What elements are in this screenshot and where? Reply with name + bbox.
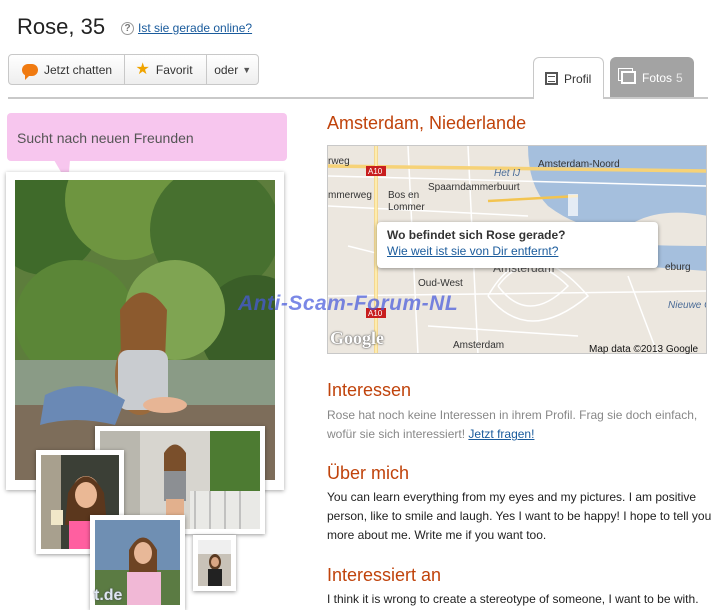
interests-text: Rose hat noch keine Interessen in ihrem … — [327, 406, 707, 444]
svg-text:Nieuwe Ow: Nieuwe Ow — [668, 300, 707, 311]
more-button-label: oder — [214, 62, 239, 77]
map-copyright: Map data ©2013 Google — [589, 344, 699, 355]
svg-text:Amsterdam: Amsterdam — [453, 340, 504, 351]
action-button-group: Jetzt chatten ★ Favorit oder ▼ — [8, 54, 259, 85]
status-speech-bubble: Sucht nach neuen Freunden — [7, 113, 287, 161]
chat-bubble-icon — [22, 63, 38, 80]
profile-name-age: Rose, 35 — [17, 14, 106, 39]
online-status-link[interactable]: Ist sie gerade online? — [138, 21, 252, 35]
svg-text:Lommer: Lommer — [388, 202, 425, 213]
tab-profile-label: Profil — [564, 71, 592, 86]
chevron-down-icon: ▼ — [242, 64, 252, 75]
watermark-text: Anti-Scam-Forum-NL — [238, 292, 459, 315]
about-text: You can learn everything from my eyes an… — [327, 490, 712, 542]
svg-text:Het IJ: Het IJ — [494, 168, 521, 179]
question-icon[interactable]: ? — [121, 22, 134, 35]
profile-document-icon — [545, 72, 558, 85]
google-logo: Google — [330, 328, 384, 348]
map-info-popup: Wo befindet sich Rose gerade? Wie weit i… — [377, 222, 658, 268]
favorite-button-label: Favorit — [155, 62, 193, 77]
star-icon: ★ — [135, 60, 150, 78]
svg-text:Spaarndammerbuurt: Spaarndammerbuurt — [428, 182, 520, 193]
interested-in-text: I think it is wrong to create a stereoty… — [327, 592, 699, 606]
about-title: Über mich — [327, 463, 410, 483]
more-dropdown-button[interactable]: oder ▼ — [206, 55, 258, 84]
location-title: Amsterdam, Niederlande — [327, 113, 527, 133]
svg-text:A10: A10 — [368, 167, 383, 176]
photo-thumbnail-4-image — [198, 540, 231, 586]
photo-thumbnail-4[interactable] — [193, 535, 236, 591]
tab-photos[interactable]: Fotos 5 — [610, 57, 694, 98]
map-popup-question: Wo befindet sich Rose gerade? — [387, 228, 566, 242]
svg-text:eburg: eburg — [665, 262, 691, 273]
distance-link[interactable]: Wie weit ist sie von Dir entfernt? — [387, 244, 658, 258]
tab-photos-label: Fotos — [642, 70, 673, 85]
ask-now-link[interactable]: Jetzt fragen! — [468, 427, 534, 441]
tab-profile[interactable]: Profil — [533, 57, 604, 99]
tab-photos-count: 5 — [676, 70, 683, 85]
favorite-button[interactable]: ★ Favorit — [123, 55, 207, 84]
watermark-corner-text: t.de — [94, 587, 123, 604]
svg-text:mmerweg: mmerweg — [328, 190, 372, 201]
svg-text:Bos en: Bos en — [388, 190, 419, 201]
interests-title: Interessen — [327, 380, 412, 400]
svg-text:Amsterdam-Noord: Amsterdam-Noord — [538, 159, 620, 170]
chat-button[interactable]: Jetzt chatten — [9, 55, 124, 84]
photos-icon — [621, 71, 636, 84]
status-text: Sucht nach neuen Freunden — [17, 130, 194, 146]
svg-text:Oud-West: Oud-West — [418, 278, 463, 289]
interested-in-title: Interessiert an — [327, 565, 442, 585]
chat-button-label: Jetzt chatten — [44, 62, 113, 77]
svg-text:rweg: rweg — [328, 156, 350, 167]
